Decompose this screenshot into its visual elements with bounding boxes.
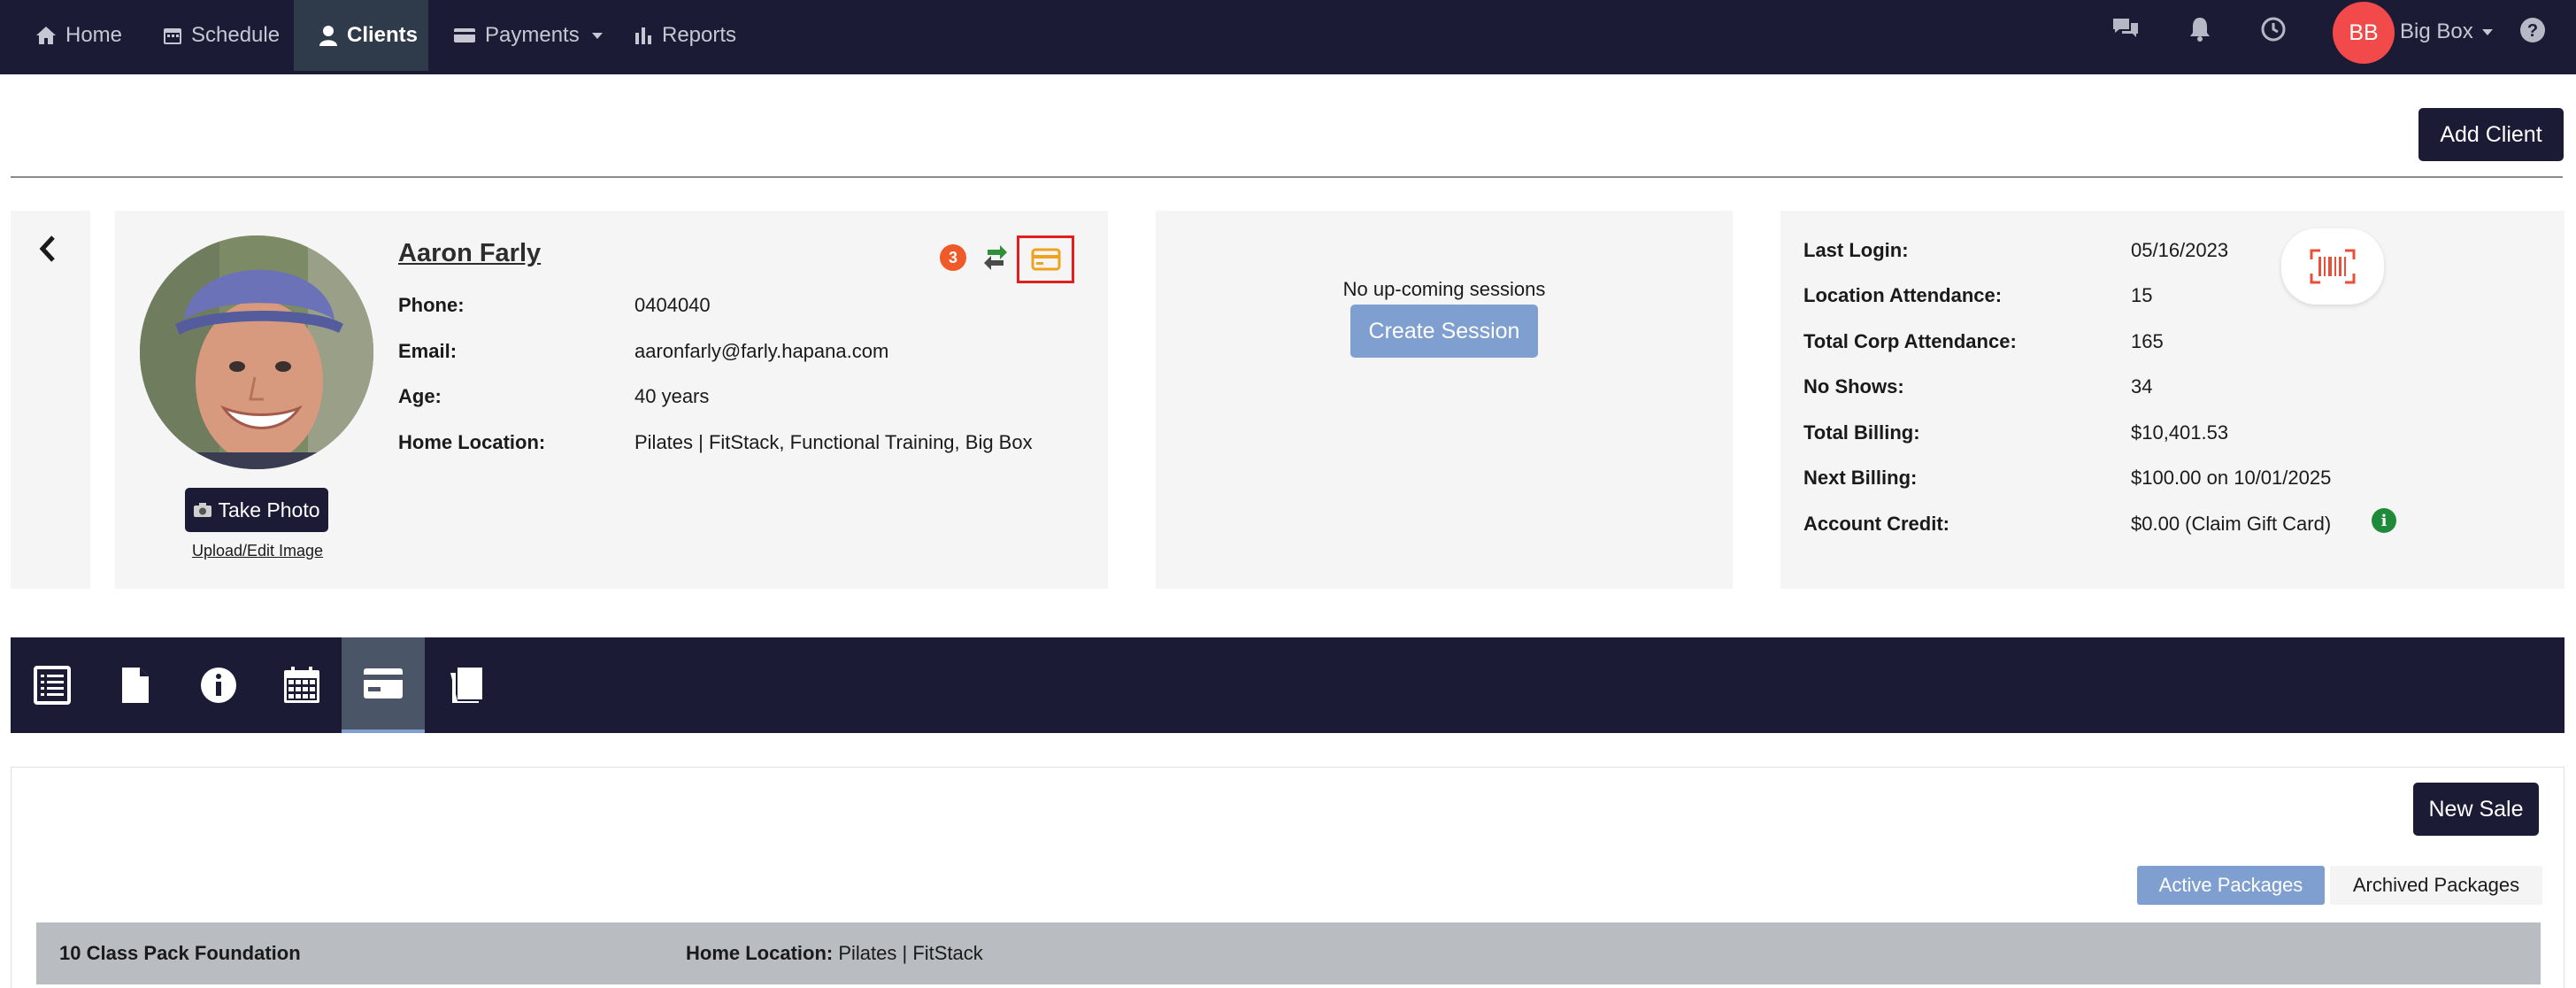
user-icon xyxy=(319,26,337,46)
user-menu[interactable]: Big Box xyxy=(2400,19,2493,44)
tab-info[interactable] xyxy=(177,637,260,733)
chevron-down-icon xyxy=(2481,28,2493,35)
bar-chart-icon xyxy=(635,27,651,44)
total-billing-value: $10,401.53 xyxy=(2131,421,2229,444)
last-login-label: Last Login: xyxy=(1803,239,1909,261)
tab-calendar[interactable] xyxy=(260,637,343,733)
account-credit-value[interactable]: $0.00 (Claim Gift Card) xyxy=(2131,513,2331,536)
no-shows-label: No Shows: xyxy=(1803,375,1904,398)
info-icon[interactable]: i xyxy=(2372,508,2396,533)
packages-section: New Sale Active Packages Archived Packag… xyxy=(11,767,2564,988)
document-icon xyxy=(122,668,149,703)
total-billing-label: Total Billing: xyxy=(1803,421,1920,444)
back-panel xyxy=(11,211,90,589)
nav-home-label: Home xyxy=(65,23,123,47)
home-location-value: Pilates | FitStack, Functional Training,… xyxy=(634,431,1033,453)
home-location-label: Home Location: xyxy=(398,431,546,453)
book-icon xyxy=(450,668,482,703)
nav-reports-label: Reports xyxy=(662,23,737,47)
divider xyxy=(11,176,2563,178)
total-corp-attendance-value: 165 xyxy=(2131,330,2164,352)
tab-list[interactable] xyxy=(11,637,94,733)
top-navbar: Home Schedule Clients Payments Reports B… xyxy=(0,0,2576,74)
age-label: Age: xyxy=(398,385,442,407)
credit-card-icon xyxy=(1031,248,1060,271)
age-value: 40 years xyxy=(634,385,710,407)
active-packages-tab[interactable]: Active Packages xyxy=(2137,866,2325,905)
location-attendance-value: 15 xyxy=(2131,284,2153,306)
clock-icon[interactable] xyxy=(2260,16,2287,47)
chevron-down-icon xyxy=(591,32,603,39)
client-name[interactable]: Aaron Farly xyxy=(398,239,541,268)
bell-icon[interactable] xyxy=(2188,16,2212,47)
svg-text:?: ? xyxy=(2527,21,2538,41)
client-stats-panel: Last Login: 05/16/2023 Location Attendan… xyxy=(1780,211,2564,589)
take-photo-label: Take Photo xyxy=(218,498,320,521)
add-client-label: Add Client xyxy=(2440,121,2542,147)
tab-payments[interactable] xyxy=(342,637,425,733)
add-client-button[interactable]: Add Client xyxy=(2418,108,2564,161)
transfer-icon[interactable] xyxy=(982,243,1009,275)
nav-schedule-label: Schedule xyxy=(191,23,281,47)
next-billing-value: $100.00 on 10/01/2025 xyxy=(2131,467,2332,489)
package-location-label: Home Location: xyxy=(686,942,834,964)
total-corp-attendance-label: Total Corp Attendance: xyxy=(1803,330,2017,352)
help-icon[interactable]: ? xyxy=(2518,16,2547,49)
avatar-initials: BB xyxy=(2349,19,2379,45)
upload-edit-image-link[interactable]: Upload/Edit Image xyxy=(184,542,331,560)
new-sale-label: New Sale xyxy=(2428,796,2524,822)
credit-card-icon xyxy=(454,28,475,42)
archived-packages-tab[interactable]: Archived Packages xyxy=(2330,866,2542,905)
location-attendance-label: Location Attendance: xyxy=(1803,284,2003,306)
payment-card-button[interactable] xyxy=(1017,235,1074,283)
nav-clients-label: Clients xyxy=(347,23,419,47)
client-profile-panel: Take Photo Upload/Edit Image Aaron Farly… xyxy=(115,211,1108,589)
table-row[interactable]: 10 Class Pack Foundation Home Location: … xyxy=(36,922,2541,984)
client-photo xyxy=(140,235,373,469)
create-session-button[interactable]: Create Session xyxy=(1350,305,1538,358)
list-icon xyxy=(34,666,71,705)
email-label: Email: xyxy=(398,340,458,362)
nav-clients[interactable]: Clients xyxy=(294,0,428,71)
no-shows-value: 34 xyxy=(2131,375,2153,398)
take-photo-button[interactable]: Take Photo xyxy=(185,488,328,532)
tab-notes[interactable] xyxy=(425,637,508,733)
info-icon xyxy=(201,668,236,703)
create-session-label: Create Session xyxy=(1368,318,1520,343)
email-value: aaronfarly@farly.hapana.com xyxy=(634,340,889,362)
calendar-icon xyxy=(284,667,319,703)
avatar[interactable]: BB xyxy=(2333,2,2395,64)
phone-label: Phone: xyxy=(398,294,465,316)
account-credit-label: Account Credit: xyxy=(1803,513,1949,535)
nav-payments-label: Payments xyxy=(485,23,580,47)
notification-badge[interactable]: 3 xyxy=(940,244,966,271)
tab-documents[interactable] xyxy=(94,637,177,733)
back-chevron-icon[interactable] xyxy=(35,234,58,268)
sessions-panel: No up-coming sessions Create Session xyxy=(1156,211,1733,589)
next-billing-label: Next Billing: xyxy=(1803,467,1918,489)
nav-payments[interactable]: Payments xyxy=(453,0,603,71)
nav-schedule[interactable]: Schedule xyxy=(163,0,280,71)
package-location-value: Pilates | FitStack xyxy=(838,942,983,964)
last-login-value: 05/16/2023 xyxy=(2131,239,2229,261)
chat-icon[interactable] xyxy=(2111,16,2140,45)
new-sale-button[interactable]: New Sale xyxy=(2413,783,2539,836)
nav-home[interactable]: Home xyxy=(35,0,122,71)
home-icon xyxy=(36,27,56,44)
client-tabbar xyxy=(11,637,2564,733)
camera-icon xyxy=(194,503,212,517)
credit-card-icon xyxy=(364,668,403,699)
package-name: 10 Class Pack Foundation xyxy=(59,942,301,964)
nav-reports[interactable]: Reports xyxy=(634,0,736,71)
phone-value: 0404040 xyxy=(634,294,711,316)
calendar-icon xyxy=(164,28,181,44)
package-location: Home Location: Pilates | FitStack xyxy=(686,942,983,965)
user-name-label: Big Box xyxy=(2400,19,2473,43)
no-sessions-text: No up-coming sessions xyxy=(1342,278,1546,300)
barcode-button[interactable] xyxy=(2281,228,2384,305)
barcode-icon xyxy=(2310,249,2356,284)
